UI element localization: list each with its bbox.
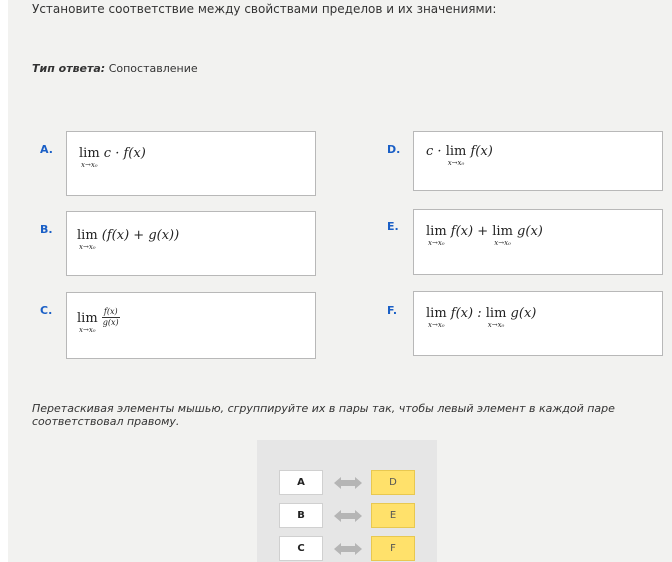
formula-f-expr2: g(x) [510, 306, 537, 321]
item-card-e: lim x→x₀ f(x) + lim x→x₀ g(x) [413, 209, 663, 275]
matching-area: A D B E C F [257, 440, 437, 562]
formula-c: lim x→x₀ f(x) g(x) [77, 307, 120, 334]
formula-d-prefix: c · [426, 144, 442, 159]
formula-e: lim x→x₀ f(x) + lim x→x₀ g(x) [426, 224, 543, 247]
formula-a: lim x→x₀ c · f(x) [79, 146, 146, 169]
item-letter-c: C. [40, 304, 53, 317]
formula-d: c · lim x→x₀ f(x) [426, 144, 493, 167]
lim-word: lim [77, 311, 98, 326]
match-left-a[interactable]: A [279, 470, 323, 495]
answer-type-value: Сопоставление [108, 62, 198, 75]
lim-subscript: x→x₀ [487, 321, 505, 329]
lim-subscript: x→x₀ [81, 161, 98, 169]
question-text: Установите соответствие между свойствами… [32, 2, 497, 16]
item-letter-e: E. [387, 220, 399, 233]
item-letter-b: B. [40, 223, 53, 236]
formula-e-expr2: g(x) [517, 224, 543, 239]
item-card-b: lim x→x₀ (f(x) + g(x)) [66, 211, 316, 276]
lim-subscript: x→x₀ [447, 159, 465, 167]
answer-type-label: Тип ответа: [32, 62, 106, 75]
formula-f-expr1: f(x) : [450, 306, 482, 321]
formula-d-expr: f(x) [470, 144, 493, 159]
item-card-c: lim x→x₀ f(x) g(x) [66, 292, 316, 359]
lim-subscript: x→x₀ [494, 239, 511, 247]
lim-subscript: x→x₀ [428, 239, 445, 247]
match-left-c[interactable]: C [279, 536, 323, 561]
lim-subscript: x→x₀ [79, 243, 96, 251]
lim-word: lim [77, 228, 98, 243]
lim-word: lim [445, 144, 467, 159]
lim-subscript: x→x₀ [79, 326, 96, 334]
match-right-f[interactable]: F [371, 536, 415, 561]
lim-word: lim [426, 224, 447, 239]
double-arrow-icon [334, 510, 362, 522]
double-arrow-icon [334, 543, 362, 555]
lim-subscript: x→x₀ [428, 321, 445, 329]
formula-c-fraction: f(x) g(x) [101, 307, 120, 328]
match-right-d[interactable]: D [371, 470, 415, 495]
double-arrow-icon [334, 477, 362, 489]
formula-a-expr: c · f(x) [103, 146, 146, 161]
match-left-b[interactable]: B [279, 503, 323, 528]
lim-word: lim [426, 306, 447, 321]
item-card-d: c · lim x→x₀ f(x) [413, 131, 663, 191]
item-letter-a: A. [40, 143, 53, 156]
item-letter-f: F. [387, 304, 398, 317]
item-card-f: lim x→x₀ f(x) : lim x→x₀ g(x) [413, 291, 663, 356]
match-right-e[interactable]: E [371, 503, 415, 528]
answer-type: Тип ответа: Сопоставление [32, 62, 198, 75]
item-card-a: lim x→x₀ c · f(x) [66, 131, 316, 196]
lim-word: lim [485, 306, 507, 321]
formula-b-expr: (f(x) + g(x)) [101, 228, 180, 243]
item-letter-d: D. [387, 143, 401, 156]
lim-word: lim [492, 224, 513, 239]
formula-b: lim x→x₀ (f(x) + g(x)) [77, 228, 179, 251]
instruction-text: Перетаскивая элементы мышью, сгруппируйт… [32, 402, 615, 428]
fraction-numerator: f(x) [101, 307, 120, 318]
lim-word: lim [79, 146, 100, 161]
formula-e-expr1: f(x) + [450, 224, 489, 239]
fraction-denominator: g(x) [102, 318, 119, 327]
formula-f: lim x→x₀ f(x) : lim x→x₀ g(x) [426, 306, 536, 329]
